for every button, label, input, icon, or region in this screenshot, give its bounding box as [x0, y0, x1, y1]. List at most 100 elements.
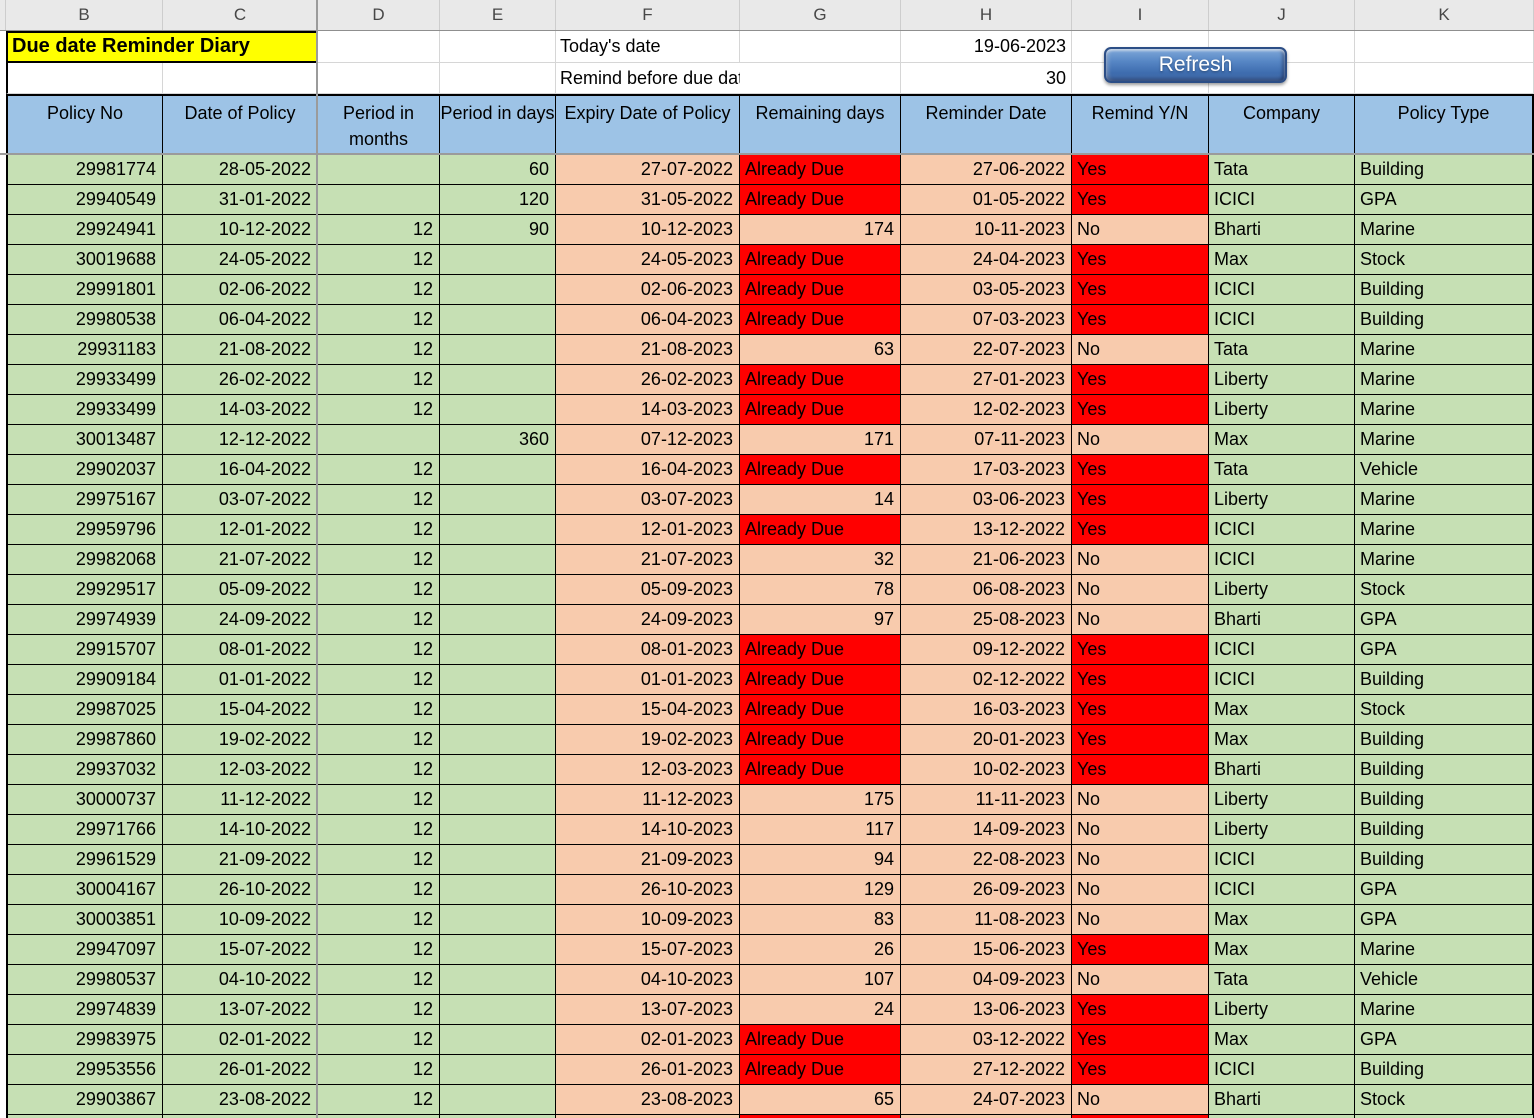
cell-period-months[interactable]: 12: [318, 395, 440, 425]
cell-period-days[interactable]: 360: [440, 425, 556, 455]
cell-remaining-days[interactable]: 14: [740, 485, 901, 515]
cell-policy-type[interactable]: Marine: [1355, 425, 1534, 455]
cell-remind-yn[interactable]: No: [1072, 335, 1209, 365]
cell-expiry-date[interactable]: 10-12-2023: [556, 215, 740, 245]
cell-policy-type[interactable]: Stock: [1355, 575, 1534, 605]
cell-remind-yn[interactable]: Yes: [1072, 455, 1209, 485]
cell-period-days[interactable]: [440, 1055, 556, 1085]
cell-date-of-policy[interactable]: 14-10-2022: [163, 815, 318, 845]
cell-period-days[interactable]: [440, 695, 556, 725]
column-header[interactable]: Policy No: [6, 94, 163, 155]
cell-policy-type[interactable]: Building: [1355, 155, 1534, 185]
cell-reminder-date[interactable]: 27-06-2022: [901, 155, 1072, 185]
cell-period-months[interactable]: 12: [318, 785, 440, 815]
cell-period-days[interactable]: [440, 365, 556, 395]
cell-remaining-days[interactable]: Already Due: [740, 1055, 901, 1085]
cell-period-months[interactable]: 12: [318, 605, 440, 635]
cell-company[interactable]: Liberty: [1209, 995, 1355, 1025]
cell-company[interactable]: Liberty: [1209, 815, 1355, 845]
cell-policy-type[interactable]: Marine: [1355, 335, 1534, 365]
cell-period-months[interactable]: 12: [318, 365, 440, 395]
cell-period-days[interactable]: [440, 395, 556, 425]
cell-period-months[interactable]: 12: [318, 755, 440, 785]
cell-period-days[interactable]: [440, 875, 556, 905]
cell-period-days[interactable]: 60: [440, 155, 556, 185]
cell-period-months[interactable]: 12: [318, 215, 440, 245]
cell-policy-no[interactable]: 29940549: [6, 185, 163, 215]
cell-date-of-policy[interactable]: 15-04-2022: [163, 695, 318, 725]
cell-policy-no[interactable]: 30003851: [6, 905, 163, 935]
cell-remaining-days[interactable]: Already Due: [740, 635, 901, 665]
column-header[interactable]: Date of Policy: [163, 94, 318, 155]
cell-remind-yn[interactable]: No: [1072, 785, 1209, 815]
cell-policy-type[interactable]: Marine: [1355, 515, 1534, 545]
cell-reminder-date[interactable]: 16-03-2023: [901, 695, 1072, 725]
cell-period-months[interactable]: 12: [318, 905, 440, 935]
cell-remind-yn[interactable]: Yes: [1072, 725, 1209, 755]
cell-reminder-date[interactable]: 10-11-2023: [901, 215, 1072, 245]
cell-company[interactable]: Max: [1209, 725, 1355, 755]
cell-remaining-days[interactable]: 129: [740, 875, 901, 905]
column-header[interactable]: Policy Type: [1355, 94, 1534, 155]
cell-d3[interactable]: [318, 63, 440, 94]
cell-remind-yn[interactable]: Yes: [1072, 665, 1209, 695]
cell-policy-type[interactable]: Marine: [1355, 545, 1534, 575]
cell-expiry-date[interactable]: 08-01-2023: [556, 635, 740, 665]
column-header[interactable]: Remaining days: [740, 94, 901, 155]
cell-remind-yn[interactable]: No: [1072, 215, 1209, 245]
column-letter[interactable]: B: [6, 0, 163, 30]
cell-expiry-date[interactable]: 26-01-2023: [556, 1055, 740, 1085]
cell-period-days[interactable]: [440, 785, 556, 815]
cell-policy-type[interactable]: Marine: [1355, 215, 1534, 245]
cell-period-days[interactable]: 90: [440, 215, 556, 245]
cell-period-days[interactable]: [440, 275, 556, 305]
cell-reminder-date[interactable]: 07-11-2023: [901, 425, 1072, 455]
cell-remind-yn[interactable]: No: [1072, 905, 1209, 935]
cell-company[interactable]: ICICI: [1209, 1055, 1355, 1085]
cell-date-of-policy[interactable]: 06-04-2022: [163, 305, 318, 335]
cell-policy-type[interactable]: GPA: [1355, 1025, 1534, 1055]
cell-expiry-date[interactable]: 01-01-2023: [556, 665, 740, 695]
cell-policy-type[interactable]: Marine: [1355, 935, 1534, 965]
cell-remind-yn[interactable]: Yes: [1072, 305, 1209, 335]
cell-company[interactable]: ICICI: [1209, 515, 1355, 545]
cell-reminder-date[interactable]: 22-08-2023: [901, 845, 1072, 875]
cell-period-days[interactable]: [440, 815, 556, 845]
cell-reminder-date[interactable]: 22-07-2023: [901, 335, 1072, 365]
cell-policy-no[interactable]: 29983975: [6, 1025, 163, 1055]
cell-remaining-days[interactable]: 32: [740, 545, 901, 575]
column-letter[interactable]: J: [1209, 0, 1355, 30]
column-header[interactable]: Remind Y/N: [1072, 94, 1209, 155]
cell-company[interactable]: Max: [1209, 905, 1355, 935]
cell-policy-type[interactable]: Vehicle: [1355, 455, 1534, 485]
cell-expiry-date[interactable]: 15-04-2023: [556, 695, 740, 725]
cell-reminder-date[interactable]: 03-05-2023: [901, 275, 1072, 305]
cell-policy-no[interactable]: 30004167: [6, 875, 163, 905]
todays-date-label[interactable]: Today's date: [556, 31, 740, 63]
cell-date-of-policy[interactable]: 02-01-2022: [163, 1025, 318, 1055]
cell-expiry-date[interactable]: 24-09-2023: [556, 605, 740, 635]
cell-period-days[interactable]: [440, 515, 556, 545]
cell-period-days[interactable]: [440, 605, 556, 635]
cell-company[interactable]: Bharti: [1209, 215, 1355, 245]
cell-period-days[interactable]: [440, 845, 556, 875]
cell-remaining-days[interactable]: Already Due: [740, 755, 901, 785]
column-letter[interactable]: I: [1072, 0, 1209, 30]
cell-expiry-date[interactable]: 19-02-2023: [556, 725, 740, 755]
cell-policy-no[interactable]: 29953556: [6, 1055, 163, 1085]
cell-policy-type[interactable]: Building: [1355, 725, 1534, 755]
cell-reminder-date[interactable]: 11-11-2023: [901, 785, 1072, 815]
column-header[interactable]: Period in days: [440, 94, 556, 155]
cell-reminder-date[interactable]: 24-07-2023: [901, 1085, 1072, 1115]
cell-policy-no[interactable]: 29961529: [6, 845, 163, 875]
cell-policy-type[interactable]: Building: [1355, 785, 1534, 815]
cell-reminder-date[interactable]: 27-01-2023: [901, 365, 1072, 395]
cell-reminder-date[interactable]: 02-12-2022: [901, 665, 1072, 695]
cell-period-months[interactable]: [318, 185, 440, 215]
cell-reminder-date[interactable]: 01-05-2022: [901, 185, 1072, 215]
cell-remind-yn[interactable]: No: [1072, 965, 1209, 995]
cell-b3[interactable]: [6, 63, 163, 94]
cell-k3[interactable]: [1355, 63, 1534, 94]
cell-period-days[interactable]: [440, 575, 556, 605]
cell-remind-yn[interactable]: Yes: [1072, 1025, 1209, 1055]
